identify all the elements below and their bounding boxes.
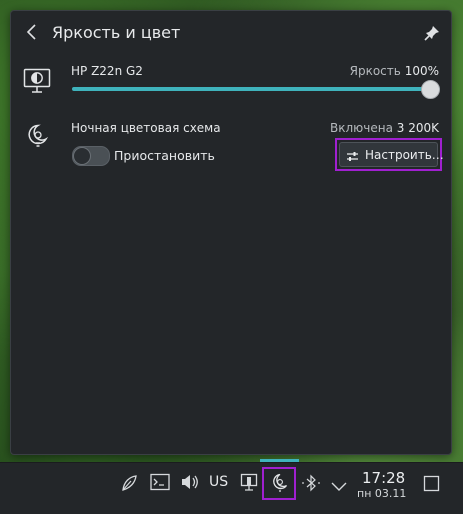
sliders-icon [346,148,359,161]
brightness-slider-track[interactable] [72,87,440,91]
monitor-name: HP Z22n G2 [71,64,143,78]
brightness-value: 100% [404,64,439,78]
terminal-icon[interactable] [150,473,170,495]
popup-header: Яркость и цвет [11,11,451,55]
volume-icon[interactable] [180,473,200,495]
pin-icon[interactable] [423,24,441,42]
clock-date[interactable]: пн 03.11 [357,487,406,500]
night-light-icon [25,123,51,149]
tray-highlight [262,467,296,500]
bluetooth-icon[interactable] [301,474,321,496]
pause-toggle[interactable] [72,146,110,166]
night-color-status: Включена 3 200K [330,121,439,135]
clock-time[interactable]: 17:28 [362,469,405,487]
configure-button[interactable]: Настроить… [339,142,444,167]
chevron-left-icon[interactable] [23,22,41,42]
show-desktop-icon[interactable] [423,475,440,496]
leaf-icon[interactable] [120,474,138,496]
configure-label: Настроить… [365,148,444,162]
brightness-label: Яркость [349,64,401,78]
night-temperature: 3 200K [396,121,439,135]
popup-title: Яркость и цвет [52,23,181,42]
brightness-color-popup: Яркость и цвет HP Z22n G2 Яркость 100% Н… [10,10,452,455]
brightness-readout: Яркость 100% [350,64,439,78]
night-status-label: Включена [330,121,393,135]
pause-toggle-label: Приостановить [114,148,215,163]
toggle-knob [73,147,91,165]
network-icon[interactable] [240,473,258,497]
keyboard-layout[interactable]: US [209,474,228,490]
night-color-label: Ночная цветовая схема [71,121,221,135]
brightness-slider-handle[interactable] [421,80,440,99]
chevron-down-icon[interactable] [330,477,348,496]
monitor-brightness-icon [23,68,51,94]
